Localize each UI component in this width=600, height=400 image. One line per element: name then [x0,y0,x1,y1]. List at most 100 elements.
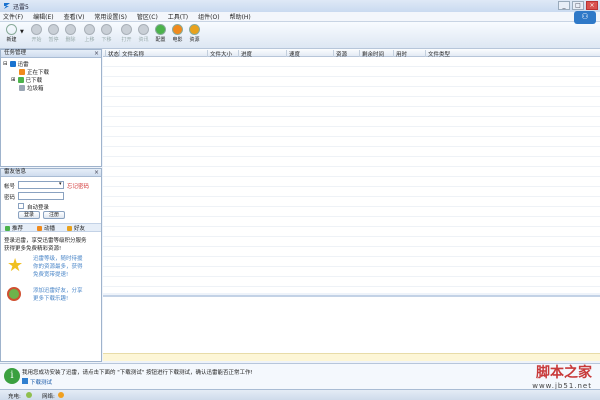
test-download-link[interactable]: 下载测试 [30,378,52,386]
menu-edit[interactable]: 编辑(E) [33,12,53,21]
task-grid-header: 状态 文件名称 文件大小 进度 速度 资源 剩余时间 用时 文件类型 [103,49,600,58]
move-up-button[interactable]: 上移 [81,24,98,48]
up-arrow-icon [84,24,95,35]
col-size[interactable]: 文件大小 [207,50,232,58]
watermark: 脚本之家 www.jb51.net [532,362,592,390]
collapse-icon[interactable]: ⊟ [3,61,8,67]
movie-icon [172,24,183,35]
new-dropdown-icon[interactable]: ▼ [20,29,24,35]
close-icon[interactable]: × [94,50,99,57]
info-message: 我用您成功安装了迅雷，请点击下面的 "下载测试" 按钮进行下载测试，确认迅雷能否… [22,370,253,376]
star-icon: ★ [7,255,24,276]
tab-friends[interactable]: 好友 [67,224,85,232]
notice-strip [103,353,600,361]
delete-button[interactable]: 删除 [62,24,79,48]
close-icon[interactable]: × [94,169,99,176]
register-button[interactable]: 注册 [43,211,65,219]
window-title: 迅雷5 [13,4,29,11]
info-icon: i [4,368,20,384]
activity-icon [37,225,42,231]
tree-root[interactable]: ⊟ 迅雷 [3,60,29,68]
speed-label: 充电: [8,394,21,400]
delete-icon [65,24,76,35]
task-panel-header: 任务管理 × [1,50,101,58]
password-input[interactable] [18,192,64,200]
pause-icon [48,24,59,35]
thunder-icon [9,61,16,67]
config-icon [155,24,166,35]
friend-panel: 雷友信息 × 帐号 ▾ 忘记密码 密码 自动登录 登录 注册 推荐 动播 好友 登… [0,168,102,362]
forgot-password-link[interactable]: 忘记密码 [67,182,89,190]
start-button[interactable]: 开始 [28,24,45,48]
users-icon: ⚇ [581,12,589,21]
menu-bar: 文件(F) 编辑(E) 查看(V) 常用设置(S) 管区(C) 工具(T) 组件… [0,12,600,22]
title-bar: 迅雷5 _ □ × [0,0,600,12]
menu-file[interactable]: 文件(F) [3,12,23,21]
tree-item-trash[interactable]: 垃圾箱 [19,84,44,92]
down-arrow-icon [101,24,112,35]
network-icon [58,392,64,398]
new-task-button[interactable]: 新建 [3,24,20,48]
resource-icon [189,24,200,35]
menu-view[interactable]: 查看(V) [64,12,85,21]
pause-button[interactable]: 暂停 [45,24,62,48]
menu-area[interactable]: 管区(C) [137,12,158,21]
menu-components[interactable]: 组件(O) [198,12,219,21]
menu-settings[interactable]: 常用设置(S) [94,12,127,21]
status-bar: 充电: 网络: [0,389,600,400]
friend-panel-header: 雷友信息 × [1,169,101,177]
move-down-button[interactable]: 下移 [98,24,115,48]
promo-level[interactable]: 迅雷等级，随时待援 你的资源最多，获得 免费宽带提速! [33,255,93,279]
col-filename[interactable]: 文件名称 [119,50,144,58]
account-dropdown-icon[interactable]: ▾ [59,181,62,187]
info-bar: i 我用您成功安装了迅雷，请点击下面的 "下载测试" 按钮进行下载测试，确认迅雷… [0,363,600,389]
promo-friends[interactable]: 添加迅雷好友，分享 更多下载乐趣! [33,287,93,303]
news-icon [138,24,149,35]
trash-icon [19,85,25,91]
new-icon [6,24,17,35]
col-progress[interactable]: 进度 [238,50,252,58]
tab-recommend[interactable]: 推荐 [5,224,23,232]
col-speed[interactable]: 速度 [286,50,300,58]
task-grid-body[interactable] [103,57,600,293]
movie-button[interactable]: 电影 [169,24,186,48]
task-panel: 任务管理 × ⊟ 迅雷 正在下载 ⊞ 已下载 垃圾箱 [0,49,102,167]
friends-avatar-icon [7,287,21,301]
account-input[interactable] [18,181,64,189]
col-sources[interactable]: 资源 [333,50,347,58]
test-download-icon [22,378,28,384]
account-button[interactable]: ⚇ [574,11,596,24]
charge-icon [26,392,32,398]
login-button[interactable]: 登录 [18,211,40,219]
tree-item-downloading[interactable]: 正在下载 [19,68,49,76]
auto-login-checkbox[interactable] [18,203,24,209]
minimize-button[interactable]: _ [558,1,570,10]
intro-line-2: 获得更多免费精彩资源! [4,246,62,252]
news-button[interactable]: 资讯 [135,24,152,48]
start-icon [31,24,42,35]
thunder-logo-icon [4,3,10,9]
config-button[interactable]: 配置 [152,24,169,48]
expand-icon[interactable]: ⊞ [11,77,16,83]
open-button[interactable]: 打开 [118,24,135,48]
tree-item-downloaded[interactable]: ⊞ 已下载 [11,76,42,84]
col-filetype[interactable]: 文件类型 [425,50,450,58]
friends-icon [67,225,72,231]
recommend-icon [5,225,10,231]
friend-tabs: 推荐 动播 好友 [1,223,101,232]
close-button[interactable]: × [586,1,598,10]
auto-login-label: 自动登录 [27,205,50,211]
password-label: 密码 [4,195,16,201]
col-remaining[interactable]: 剩余时间 [359,50,384,58]
col-status[interactable]: 状态 [105,50,119,58]
menu-help[interactable]: 帮助(H) [230,12,251,21]
downloading-icon [19,69,25,75]
window-controls: _ □ × [558,1,598,11]
col-elapsed[interactable]: 用时 [393,50,407,58]
folder-icon [121,24,132,35]
tab-activity[interactable]: 动播 [37,224,55,232]
maximize-button[interactable]: □ [572,1,584,10]
resource-button[interactable]: 资源 [186,24,203,48]
task-detail-pane [103,295,600,353]
menu-tools[interactable]: 工具(T) [168,12,188,21]
